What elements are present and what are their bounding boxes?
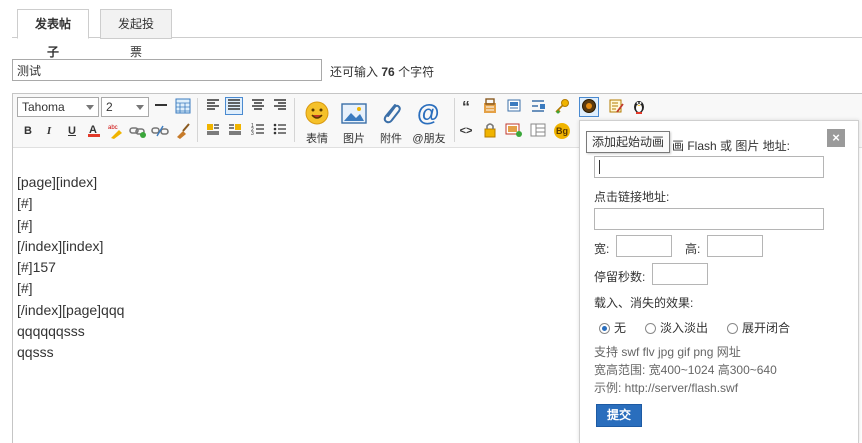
float-right-icon[interactable] xyxy=(226,122,244,140)
layout-icon[interactable] xyxy=(529,122,547,140)
link-url-input[interactable] xyxy=(594,208,824,230)
page-break-icon[interactable] xyxy=(529,98,547,116)
hide-content-icon[interactable] xyxy=(505,98,523,116)
float-left-icon[interactable] xyxy=(204,122,222,140)
example-url: 示例: http://server/flash.swf xyxy=(594,379,738,396)
content-line: [/index][index] xyxy=(17,236,124,257)
align-center-icon[interactable] xyxy=(249,98,267,116)
qq-penguin-icon[interactable] xyxy=(630,98,648,116)
note-edit-icon[interactable] xyxy=(607,98,625,116)
emoji-button[interactable]: 表情 xyxy=(297,98,337,142)
effect-label: 载入、消失的效果: xyxy=(594,294,693,311)
remaining-prefix: 还可输入 xyxy=(330,65,378,79)
svg-text:@: @ xyxy=(417,100,439,126)
code-button[interactable]: <> xyxy=(457,122,475,140)
font-select[interactable]: Tahoma xyxy=(17,97,99,117)
font-color-icon[interactable]: A xyxy=(85,122,103,140)
content-line: [#]157 xyxy=(17,257,124,278)
quote-button[interactable]: “ xyxy=(457,98,475,116)
highlight-icon[interactable]: abc xyxy=(107,122,125,140)
stay-seconds-input[interactable] xyxy=(652,263,708,285)
bg-button[interactable]: Bg xyxy=(553,122,571,140)
attach-button[interactable]: 附件 xyxy=(371,98,411,142)
radio-selected-icon xyxy=(599,323,610,334)
post-tabs: 发表帖子 发起投票 xyxy=(12,6,862,38)
image-icon xyxy=(341,102,367,126)
flash-url-input[interactable] xyxy=(594,156,824,178)
effect-none-label: 无 xyxy=(614,321,626,335)
at-icon: @ xyxy=(416,100,442,126)
attach-label: 附件 xyxy=(371,130,411,146)
clear-format-icon[interactable] xyxy=(174,122,192,140)
height-label: 高: xyxy=(685,240,700,257)
size-range: 宽高范围: 宽400~1024 高300~640 xyxy=(594,361,777,378)
font-value: Tahoma xyxy=(22,100,65,114)
chevron-down-icon xyxy=(86,105,94,110)
content-line: [page][index] xyxy=(17,172,124,193)
content-line: qqqqqqsss xyxy=(17,321,124,342)
horizontal-rule-icon[interactable] xyxy=(152,98,170,116)
radio-icon xyxy=(645,323,656,334)
content-line: [#] xyxy=(17,193,124,214)
media-icon[interactable] xyxy=(505,122,523,140)
lock-icon[interactable] xyxy=(481,122,499,140)
subject-input[interactable] xyxy=(12,59,322,81)
ordered-list-icon[interactable]: 123 xyxy=(249,122,267,140)
size-select[interactable]: 2 xyxy=(101,97,149,117)
editor-content[interactable]: [page][index] [#] [#] [/index][index] [#… xyxy=(17,172,124,364)
align-justify-icon[interactable] xyxy=(225,97,243,115)
effect-radio-expand[interactable]: 展开闭合 xyxy=(727,319,790,333)
effect-radio-none[interactable]: 无 xyxy=(599,319,626,333)
content-line: [#] xyxy=(17,215,124,236)
svg-text:3: 3 xyxy=(251,131,254,136)
remaining-chars: 还可输入 76 个字符 xyxy=(330,63,434,80)
content-line: [/index][page]qqq xyxy=(17,300,124,321)
close-button[interactable]: × xyxy=(827,129,845,147)
unordered-list-icon[interactable] xyxy=(271,122,289,140)
bold-button[interactable]: B xyxy=(19,122,37,140)
image-label: 图片 xyxy=(334,130,374,146)
content-line: [#] xyxy=(17,278,124,299)
tab-post[interactable]: 发表帖子 xyxy=(17,9,89,39)
effect-fade-label: 淡入淡出 xyxy=(660,321,708,335)
svg-text:abc: abc xyxy=(108,125,118,131)
mention-button[interactable]: @ @朋友 xyxy=(408,98,450,142)
effect-expand-label: 展开闭合 xyxy=(742,321,790,335)
link-url-label: 点击链接地址: xyxy=(594,188,669,205)
effect-radio-fade[interactable]: 淡入淡出 xyxy=(645,319,708,333)
align-left-icon[interactable] xyxy=(204,98,222,116)
image-button[interactable]: 图片 xyxy=(334,98,374,142)
italic-button[interactable]: I xyxy=(40,122,58,140)
paperclip-icon xyxy=(378,100,404,126)
width-label: 宽: xyxy=(594,240,609,257)
radio-icon xyxy=(727,323,738,334)
stay-seconds-label: 停留秒数: xyxy=(594,268,645,285)
chevron-down-icon xyxy=(136,105,144,110)
tooltip: 添加起始动画 xyxy=(586,131,670,153)
width-input[interactable] xyxy=(616,235,672,257)
text-caret xyxy=(599,160,600,174)
height-input[interactable] xyxy=(707,235,763,257)
smiley-icon xyxy=(304,100,330,126)
remaining-count: 76 xyxy=(381,65,394,79)
align-right-icon[interactable] xyxy=(271,98,289,116)
flash-start-icon[interactable] xyxy=(579,97,599,117)
link-icon[interactable] xyxy=(129,122,147,140)
tab-poll[interactable]: 发起投票 xyxy=(100,9,172,39)
table-icon[interactable] xyxy=(174,98,192,116)
emoji-label: 表情 xyxy=(297,130,337,146)
flash-popup: × 画 Flash 或 图片 地址: 点击链接地址: 宽: 高: 停留秒数: 载… xyxy=(579,120,859,443)
content-line: qqsss xyxy=(17,342,124,363)
bg-label: Bg xyxy=(554,123,570,139)
password-key-icon[interactable] xyxy=(553,98,571,116)
size-value: 2 xyxy=(106,100,113,114)
submit-button[interactable]: 提交 xyxy=(596,404,642,427)
underline-button[interactable]: U xyxy=(63,122,81,140)
mention-label: @朋友 xyxy=(408,130,450,146)
flash-url-label: 画 Flash 或 图片 地址: xyxy=(672,137,790,154)
support-formats: 支持 swf flv jpg gif png 网址 xyxy=(594,343,741,360)
remaining-suffix: 个字符 xyxy=(398,65,434,79)
free-icon[interactable] xyxy=(481,98,499,116)
unlink-icon[interactable] xyxy=(151,122,169,140)
